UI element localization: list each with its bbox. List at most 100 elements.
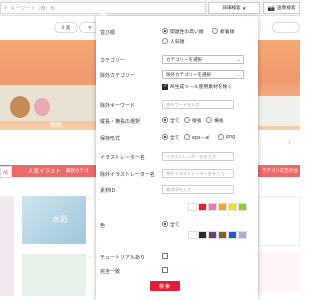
sort-option-label: 関連性の高い順 [170,30,204,35]
radio-icon [162,117,168,123]
sort-option-relevance[interactable]: 関連性の高い順 [162,28,204,35]
thumbnail[interactable] [258,252,300,292]
color-swatch[interactable] [208,203,217,211]
checkbox-icon [162,83,168,90]
detail-search-button[interactable]: 詳細検索 ▼ [208,2,260,14]
thumbnail[interactable] [258,196,300,246]
color-swatch[interactable] [228,203,237,211]
search-submit-button[interactable]: 検索 [150,281,180,291]
tutorial-checkbox[interactable] [162,253,168,259]
image-search-label: 画像検索 [277,6,296,11]
color-swatch[interactable] [208,231,217,239]
material-id-input[interactable]: 素材IDを入力 [162,185,234,194]
caret-down-icon: ▼ [242,5,246,11]
image-search-button[interactable]: 📷 画像検索 [263,2,300,14]
orientation-option-label: 全て [170,119,180,124]
chevron-down-icon: ⌄ [236,57,240,62]
sort-option-newest[interactable]: 新着順 [212,28,234,35]
exclude-creator-input[interactable]: 除外イラストレーター名を入力 [162,169,234,178]
detail-search-label: 詳細検索 [222,6,241,11]
thumbnail[interactable] [0,196,14,296]
hero-side-image [258,96,300,126]
color-swatch[interactable] [198,203,207,211]
exclude-creator-label: 除外イラストレーター名 [100,172,155,178]
exclude-category-label: 除外カテゴリー [100,73,136,79]
orientation-option-label: 縦長 [192,119,202,124]
section-subtitle[interactable]: 最新カテゴ [66,168,89,174]
hero-label: 梅雨 [50,122,63,129]
search-placeholder: キーワード（例）秋 [10,5,56,12]
chip[interactable]: 0 奥 [54,22,78,33]
detail-search-panel: 並び順 関連性の高い順 新着順 人気順 カテゴリー カテゴリーを選択 ⌄ 除外カ… [96,16,258,300]
color-label: 色 [100,223,106,229]
orientation-option-label: 横長 [214,119,224,124]
radio-icon [184,117,190,123]
thumbnail-text: 水彩 [52,215,68,224]
color-swatch[interactable] [238,203,247,211]
camera-icon: 📷 [267,4,276,12]
color-swatch[interactable] [238,231,247,239]
chevron-down-icon: ⌄ [236,72,240,77]
exclude-category-value: 除外カテゴリーを選択 [166,72,211,78]
material-id-label: 素材ID [100,188,116,194]
color-swatch[interactable] [218,231,227,239]
color-swatch[interactable] [188,231,197,239]
format-option-label: 全て [170,136,180,141]
chip[interactable] [272,22,300,33]
radio-icon [162,38,168,44]
color-swatch[interactable] [198,231,207,239]
section-title: 人気イラスト [28,169,61,175]
format-option-label: eps・ai [192,136,210,141]
creator-input[interactable]: イラストレーター名を入力 [162,152,234,161]
sort-option-label: 人気順 [170,40,185,45]
radio-icon [162,134,168,140]
orientation-option-landscape[interactable]: 横長 [206,117,224,124]
color-swatch[interactable] [228,231,237,239]
color-swatch[interactable] [218,203,227,211]
heart-icon[interactable]: ♡ [88,197,92,203]
radio-icon [162,221,168,227]
bear-illustration [10,96,30,118]
orientation-option-portrait[interactable]: 縦長 [184,117,202,124]
sort-option-popular[interactable]: 人気順 [162,38,184,45]
tutorial-label: チュートリアルあり [100,255,145,261]
format-option-all[interactable]: 全て [162,134,180,141]
chevron-right-icon[interactable]: › [288,138,291,146]
ai-exclude-label: AI生成ツール使用素材を除く [170,85,233,90]
format-option-label: png [226,134,236,140]
category-select-value: カテゴリーを選択 [166,57,202,63]
exclude-category-select[interactable]: 除外カテゴリーを選択 ⌄ [162,70,244,79]
top-bar: ⌕ キーワード（例）秋 詳細検索 ▼ 📷 画像検索 [0,0,300,16]
search-icon: ⌕ [4,4,8,11]
thumbnail[interactable] [22,254,86,296]
radio-icon [206,117,212,123]
radio-icon [212,28,218,34]
ai-exclude-checkbox[interactable]: AI生成ツール使用素材を除く [162,83,232,90]
sort-option-label: 新着順 [220,30,235,35]
orientation-label: 縦長・横長の選択 [100,119,141,125]
color-all-label: 全て [170,223,180,228]
exact-match-label: 完全一致 [100,269,121,275]
radio-icon [218,133,224,140]
checkbox-icon [162,253,168,259]
section-title: ラテゴリ広告の合 [262,169,298,174]
checkbox-icon [162,267,168,273]
creator-label: イラストレーター名 [100,155,145,161]
exclude-keyword-input[interactable]: 除外ワードを入力 [162,100,234,109]
format-label: 保存形式 [100,136,121,142]
ac-logo: AC [0,166,12,178]
color-swatch[interactable] [188,203,197,211]
heart-icon[interactable]: ♡ [88,256,92,262]
radio-icon [162,28,168,34]
orientation-option-all[interactable]: 全て [162,117,180,124]
color-option-all[interactable]: 全て [162,221,180,228]
format-option-eps-ai[interactable]: eps・ai [184,134,210,141]
category-label: カテゴリー [100,58,126,64]
category-select[interactable]: カテゴリーを選択 ⌄ [162,55,244,64]
format-option-png[interactable]: png [218,133,236,140]
bear-illustration [34,98,50,116]
exclude-keyword-label: 除外キーワード [100,103,136,109]
radio-icon [184,134,190,140]
exact-match-checkbox[interactable] [162,267,168,273]
sort-label: 並び順 [100,30,116,36]
